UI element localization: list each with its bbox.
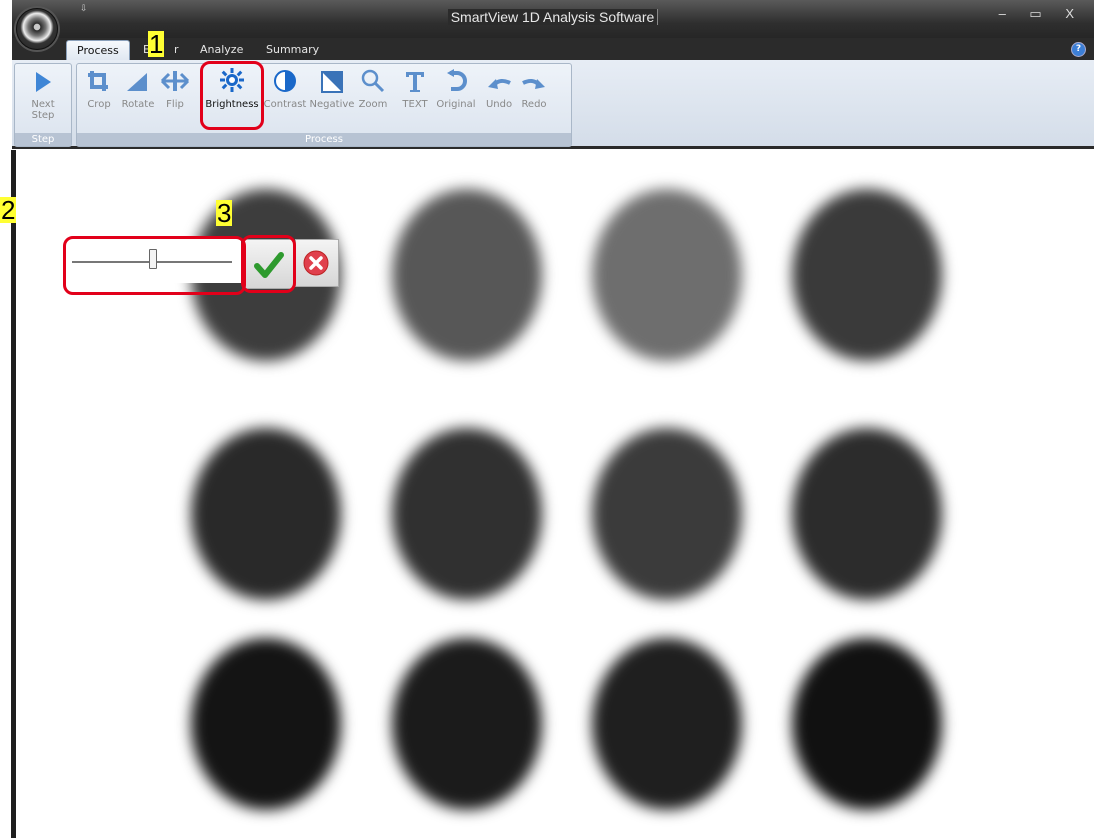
blot-spot: [592, 428, 742, 600]
negative-button[interactable]: Negative: [309, 69, 355, 110]
zoom-label: Zoom: [358, 99, 388, 110]
crop-label: Crop: [87, 99, 111, 110]
process-group-label: Process: [77, 133, 571, 146]
tab-edit-end[interactable]: r: [174, 40, 179, 60]
blot-spot: [392, 638, 542, 810]
blot-spot: [191, 638, 341, 810]
callout-2: 2: [0, 195, 17, 225]
blot-spot: [392, 189, 542, 361]
help-icon[interactable]: ?: [1071, 42, 1086, 57]
text-icon: [399, 69, 431, 93]
redo-button[interactable]: Redo: [518, 69, 550, 110]
negative-icon: [309, 69, 355, 93]
blot-spot: [792, 428, 942, 600]
text-button[interactable]: TEXT: [399, 69, 431, 110]
play-icon: [21, 69, 65, 93]
negative-label: Negative: [309, 99, 355, 110]
contrast-button[interactable]: Contrast: [262, 69, 308, 110]
flip-icon: [160, 69, 190, 93]
callout-1: 1: [148, 29, 165, 59]
callout-3: 3: [216, 198, 233, 228]
undo-icon: [483, 69, 515, 93]
redo-icon: [518, 69, 550, 93]
redo-label: Redo: [521, 99, 547, 110]
original-button[interactable]: Original: [432, 69, 480, 110]
rotate-icon: [118, 69, 158, 93]
slider-highlight: [63, 236, 246, 295]
tab-summary[interactable]: Summary: [266, 40, 319, 60]
cancel-button[interactable]: [295, 239, 339, 287]
original-icon: [432, 69, 480, 93]
tab-analyze[interactable]: Analyze: [200, 40, 243, 60]
crop-button[interactable]: Crop: [81, 69, 117, 110]
blot-spot: [191, 428, 341, 600]
undo-button[interactable]: Undo: [483, 69, 515, 110]
next-step-button[interactable]: Next Step: [21, 69, 65, 121]
original-label: Original: [436, 99, 476, 110]
flip-button[interactable]: Flip: [160, 69, 190, 110]
blot-spot: [592, 638, 742, 810]
close-icon: [303, 250, 329, 276]
zoom-icon: [356, 69, 390, 93]
step-group: Next Step Step: [14, 63, 72, 147]
text-label: TEXT: [402, 99, 428, 110]
crop-icon: [81, 69, 117, 93]
app-orb-button[interactable]: [16, 8, 58, 50]
next-step-label: Next Step: [31, 99, 55, 121]
ribbon: Next Step Step Crop Rotate Flip Brightne…: [12, 60, 1094, 149]
rotate-label: Rotate: [121, 99, 155, 110]
contrast-label: Contrast: [263, 99, 307, 110]
zoom-button[interactable]: Zoom: [356, 69, 390, 110]
window-title: SmartView 1D Analysis Software: [447, 9, 659, 25]
contrast-icon: [262, 69, 308, 93]
rotate-button[interactable]: Rotate: [118, 69, 158, 110]
window-controls[interactable]: – ▭ X: [999, 6, 1084, 22]
blot-spot: [792, 189, 942, 361]
blot-spot: [592, 189, 742, 361]
process-group: Crop Rotate Flip Brightness Contrast Neg…: [76, 63, 572, 147]
title-bar: ⇩ SmartView 1D Analysis Software – ▭ X: [12, 0, 1094, 38]
blot-spot: [792, 638, 942, 810]
blot-spot: [392, 428, 542, 600]
flip-label: Flip: [166, 99, 184, 110]
app-window: ⇩ SmartView 1D Analysis Software – ▭ X P…: [0, 0, 1094, 838]
tab-process[interactable]: Process: [66, 40, 130, 61]
apply-highlight: [241, 235, 296, 293]
ribbon-tabs: Process E r Analyze Summary: [12, 38, 1094, 61]
brightness-highlight: [200, 61, 264, 130]
step-group-label: Step: [15, 133, 71, 146]
undo-label: Undo: [485, 99, 513, 110]
